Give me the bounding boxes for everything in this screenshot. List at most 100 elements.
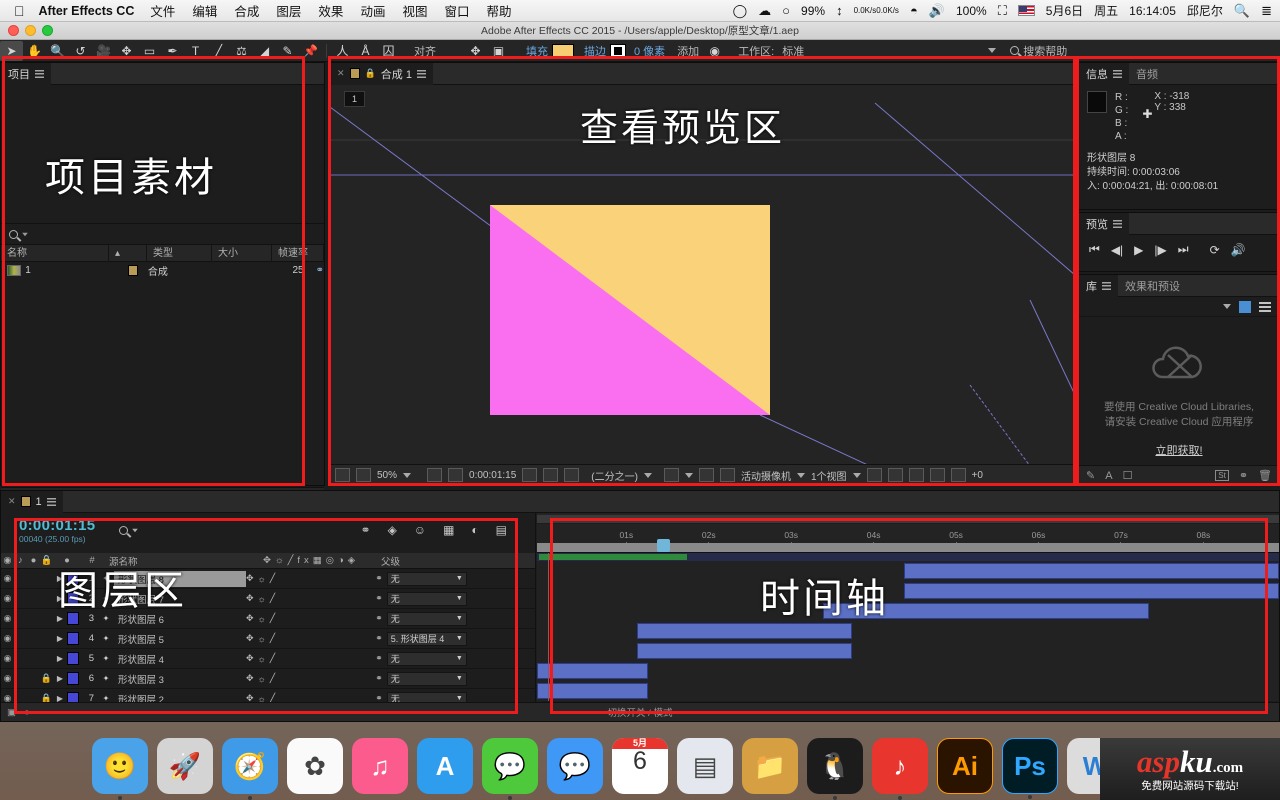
exposure-offset-value[interactable]: +0 [972,470,983,481]
next-frame-button[interactable]: |▶ [1154,243,1166,257]
dropbox-status-icon[interactable]: ◯ [733,3,748,19]
menu-item-file[interactable]: 文件 [150,1,175,20]
eraser-tool[interactable]: ◢ [253,41,276,61]
parent-pickwhip-icon[interactable]: ⚭ [375,673,383,684]
clone-stamp-tool[interactable]: ⚖ [230,41,253,61]
toggle-alpha-icon[interactable] [335,468,350,482]
layer-visibility-toggle[interactable]: ◉ [1,633,14,644]
panel-menu-icon[interactable] [35,69,44,78]
dock-item-finder[interactable]: 🙂 [92,738,148,800]
switch-transform-icon[interactable]: ✥ [246,673,254,684]
tab-library[interactable]: 库 [1079,274,1118,297]
parent-select[interactable]: 5. 形状图层 4 ▼ [386,631,467,646]
fill-label[interactable]: 填充 [526,43,548,59]
switch-quality-icon[interactable]: ╱ [270,633,275,644]
switch-quality-icon[interactable]: ╱ [270,673,275,684]
menu-item-layer[interactable]: 图层 [276,1,301,20]
previous-frame-button[interactable]: ◀| [1111,243,1123,257]
chevron-down-icon[interactable]: ▼ [456,695,463,702]
roto-brush-tool[interactable]: ✎ [276,41,299,61]
snapshot-icon[interactable] [522,468,538,482]
dock-item-netease-music[interactable]: ♪ [872,738,928,800]
pen-tool[interactable]: ✒ [161,41,184,61]
tab-audio[interactable]: 音频 [1129,63,1165,85]
composition-canvas[interactable]: 1 查看预览区 [330,85,1073,464]
switch-collapse-icon[interactable]: ☼ [258,574,266,584]
chevron-down-icon[interactable]: ▼ [456,635,463,642]
dock-item-calendar[interactable]: 5月 6 [612,738,668,794]
column-type[interactable]: 类型 [147,244,212,262]
toggle-transparency-grid-icon[interactable] [356,468,371,482]
stock-icon[interactable]: St [1215,470,1229,481]
brush-tool[interactable]: ╱ [207,41,230,61]
loop-button[interactable]: ⟳ [1210,243,1220,257]
layer-duration-bar[interactable] [537,683,649,699]
puppet-starch-tool[interactable]: Å [354,41,377,61]
chevron-down-icon[interactable]: ▼ [456,675,463,682]
layer-name[interactable]: 形状图层 5 [114,631,246,647]
parent-pickwhip-icon[interactable]: ⚭ [375,573,383,584]
tab-effects-presets[interactable]: 效果和预设 [1118,275,1187,297]
hand-tool[interactable]: ✋ [23,41,46,61]
paint-icon[interactable]: ✎ [1086,469,1095,482]
dock-item-documents-folder[interactable]: 📁 [742,738,798,794]
dock-item-wechat[interactable]: 💬 [482,738,538,800]
composition-mini-flowchart-icon[interactable]: ⚭ [361,523,371,537]
layer-visibility-toggle[interactable]: ◉ [1,613,14,624]
dock-item-launchpad[interactable]: 🚀 [157,738,213,794]
close-icon[interactable]: ✕ [8,496,16,507]
toggle-transparency-icon[interactable] [698,468,714,482]
play-button[interactable]: ▶ [1134,243,1143,257]
playhead-handle[interactable] [657,539,670,552]
selection-tool[interactable]: ➤ [0,40,23,61]
switch-quality-icon[interactable]: ╱ [270,573,275,584]
column-size[interactable]: 大小 [212,244,272,262]
tab-preview[interactable]: 预览 [1079,212,1129,235]
timeline-zoom-out-icon[interactable]: ● [24,707,30,718]
composition-flowchart-icon[interactable]: ⚭ [316,265,324,276]
workspace-chevron-down-icon[interactable] [988,48,997,53]
stroke-color-swatch[interactable] [610,43,626,58]
notification-center-icon[interactable]: ≣ [1261,3,1272,19]
panel-menu-icon[interactable] [1113,219,1122,228]
motion-blur-icon[interactable]: ◐ [471,523,478,537]
grid-guides-icon[interactable] [427,468,443,482]
parent-pickwhip-icon[interactable]: ⚭ [375,653,383,664]
current-time-value[interactable]: 0:00:01:15 [469,470,516,481]
chevron-down-icon[interactable]: ▼ [456,575,463,582]
menu-item-edit[interactable]: 编辑 [192,1,217,20]
time-navigator-bar[interactable] [537,543,1279,552]
timeline-ruler[interactable]: 01s 02s 03s 04s 05s 06s 07s 08s [537,513,1279,553]
dock-item-itunes[interactable]: ♫ [352,738,408,794]
switch-collapse-icon[interactable]: ☼ [258,634,266,644]
resolution-value[interactable]: (二分之一) [591,468,638,483]
layer-visibility-toggle[interactable]: ◉ [1,653,14,664]
rectangle-tool[interactable]: ▭ [138,41,161,61]
parent-pickwhip-icon[interactable]: ⚭ [375,593,383,604]
work-area-bar[interactable] [537,515,1279,524]
parent-select[interactable]: 无 ▼ [386,611,467,626]
add-label[interactable]: 添加 [677,43,699,59]
layer-expand-triangle-icon[interactable]: ▶ [53,634,67,643]
resolution-chevron-down-icon[interactable] [643,472,652,478]
column-sort-icon[interactable]: ▴ [109,244,147,262]
chevron-down-icon[interactable] [132,528,138,533]
draft-3d-icon[interactable]: ◈ [388,523,397,537]
playhead-line[interactable] [548,553,550,701]
exposure-icon[interactable] [950,468,966,482]
timecode-display[interactable]: 0:00:01:15 00040 (25.00 fps) [19,517,95,544]
parent-header[interactable]: 父级 [373,554,400,568]
views-value[interactable]: 1个视图 [811,468,847,483]
layer-expand-triangle-icon[interactable]: ▶ [53,654,67,663]
puppet-pin-tool[interactable]: 📌 [299,41,322,61]
project-search-row[interactable] [1,223,324,245]
show-snapshot-icon[interactable] [543,468,559,482]
fill-color-swatch[interactable] [552,43,574,58]
switch-transform-icon[interactable]: ✥ [246,633,254,644]
wifi-icon[interactable]: ◓ [910,3,918,18]
puppet-overlap-tool[interactable]: 人 [331,41,354,61]
parent-select[interactable]: 无 ▼ [386,591,467,606]
switch-collapse-icon[interactable]: ☼ [258,654,266,664]
input-source-flag-icon[interactable] [1017,5,1035,16]
tab-info[interactable]: 信息 [1079,62,1129,85]
